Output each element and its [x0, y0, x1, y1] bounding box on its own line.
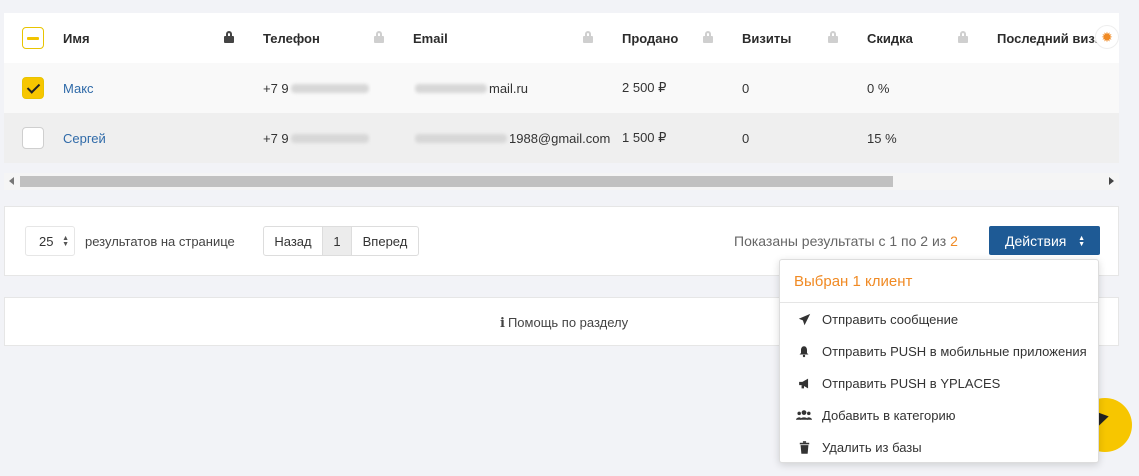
email-cell: mail.ru — [413, 63, 528, 113]
visits-cell: 0 — [742, 80, 750, 96]
horizontal-scrollbar[interactable] — [4, 173, 1119, 190]
prev-page-button[interactable]: Назад — [263, 226, 323, 256]
paper-plane-icon — [794, 313, 814, 326]
column-header-email[interactable]: Email — [413, 13, 448, 63]
menu-item-add-category[interactable]: Добавить в категорию — [794, 405, 955, 425]
redacted-email — [415, 83, 487, 93]
client-name-link[interactable]: Макс — [63, 63, 94, 113]
trash-icon — [794, 440, 814, 454]
phone-prefix: +7 9 — [263, 80, 289, 96]
table-row[interactable]: Сергей +7 9 1988@gmail.com 1 500 ₽ 0 15 … — [4, 113, 1119, 163]
phone-prefix: +7 9 — [263, 130, 289, 146]
column-header-last-visit[interactable]: Последний визит — [997, 13, 1107, 63]
help-link[interactable]: i Помощь по разделу — [500, 315, 628, 331]
column-header-visits[interactable]: Визиты — [742, 13, 791, 63]
row-checkbox-cell — [22, 63, 44, 113]
menu-item-label: Отправить PUSH в YPLACES — [822, 375, 1001, 391]
sort-updown-icon: ▲ ▼ — [1078, 235, 1085, 248]
lock-icon — [374, 31, 384, 43]
actions-dropdown-menu: Выбран 1 клиент Отправить сообщение Отпр… — [779, 259, 1099, 463]
bell-icon — [794, 345, 814, 358]
column-header-phone[interactable]: Телефон — [263, 13, 320, 63]
email-suffix: 1988@gmail.com — [509, 130, 611, 146]
column-header-sold[interactable]: Продано — [622, 13, 678, 63]
gear-icon[interactable]: ✹ — [1095, 25, 1119, 49]
menu-item-send-message[interactable]: Отправить сообщение — [794, 309, 958, 329]
menu-item-label: Отправить сообщение — [822, 311, 959, 327]
discount-cell: 0 % — [867, 80, 890, 96]
actions-button[interactable]: Действия ▲ ▼ — [989, 226, 1100, 255]
sort-updown-icon: ▲ ▼ — [62, 235, 69, 248]
menu-item-push-mobile[interactable]: Отправить PUSH в мобильные приложения — [794, 341, 1087, 361]
results-summary: Показаны результаты с 1 по 2 из 2 — [734, 233, 958, 249]
email-cell: 1988@gmail.com — [413, 113, 610, 163]
page-number-button[interactable]: 1 — [322, 226, 352, 256]
menu-item-label: Отправить PUSH в мобильные приложения — [822, 343, 1087, 359]
actions-button-label: Действия — [1005, 232, 1067, 249]
users-icon — [794, 409, 814, 421]
per-page-select[interactable]: 25 ▲ ▼ — [25, 226, 75, 256]
lock-icon — [958, 31, 968, 43]
per-page-label: результатов на странице — [85, 234, 235, 249]
lock-icon — [703, 31, 713, 43]
next-page-button[interactable]: Вперед — [351, 226, 419, 256]
help-label: Помощь по разделу — [507, 315, 629, 330]
sold-cell: 1 500 ₽ — [622, 130, 667, 145]
per-page-value: 25 — [39, 233, 54, 249]
email-suffix: mail.ru — [489, 80, 529, 96]
results-summary-text: Показаны результаты с 1 по 2 из — [734, 233, 947, 249]
column-header-discount[interactable]: Скидка — [867, 13, 913, 63]
menu-item-label: Удалить из базы — [822, 439, 922, 455]
menu-item-delete[interactable]: Удалить из базы — [794, 437, 922, 457]
lock-icon — [828, 31, 838, 43]
row-checkbox-cell — [22, 113, 44, 163]
clients-table: Имя Телефон Email Продано Визиты Скидка … — [4, 13, 1119, 163]
lock-icon — [583, 31, 593, 43]
redacted-phone — [290, 133, 369, 143]
row-checkbox[interactable] — [22, 127, 44, 149]
megaphone-icon — [794, 377, 814, 390]
select-all-cell — [22, 13, 44, 63]
column-header-name[interactable]: Имя — [63, 13, 90, 63]
select-all-checkbox[interactable] — [22, 27, 44, 49]
menu-item-label: Добавить в категорию — [822, 407, 956, 423]
results-total: 2 — [950, 233, 958, 249]
phone-cell: +7 9 — [263, 63, 371, 113]
visits-cell: 0 — [742, 130, 750, 146]
scroll-left-icon[interactable] — [9, 177, 14, 185]
dropdown-header: Выбран 1 клиент — [780, 260, 1098, 303]
menu-item-push-yplaces[interactable]: Отправить PUSH в YPLACES — [794, 373, 1000, 393]
sold-cell: 2 500 ₽ — [622, 80, 667, 95]
redacted-email — [415, 133, 507, 143]
lock-icon — [224, 31, 234, 43]
table-header: Имя Телефон Email Продано Визиты Скидка … — [4, 13, 1119, 63]
scroll-right-icon[interactable] — [1109, 177, 1114, 185]
info-icon: i — [500, 316, 505, 331]
discount-cell: 15 % — [867, 130, 897, 146]
table-row[interactable]: Макс +7 9 mail.ru 2 500 ₽ 0 0 % — [4, 63, 1119, 113]
row-checkbox[interactable] — [22, 77, 44, 99]
scrollbar-thumb[interactable] — [20, 176, 893, 187]
client-name-link[interactable]: Сергей — [63, 113, 106, 163]
redacted-phone — [290, 83, 369, 93]
phone-cell: +7 9 — [263, 113, 371, 163]
